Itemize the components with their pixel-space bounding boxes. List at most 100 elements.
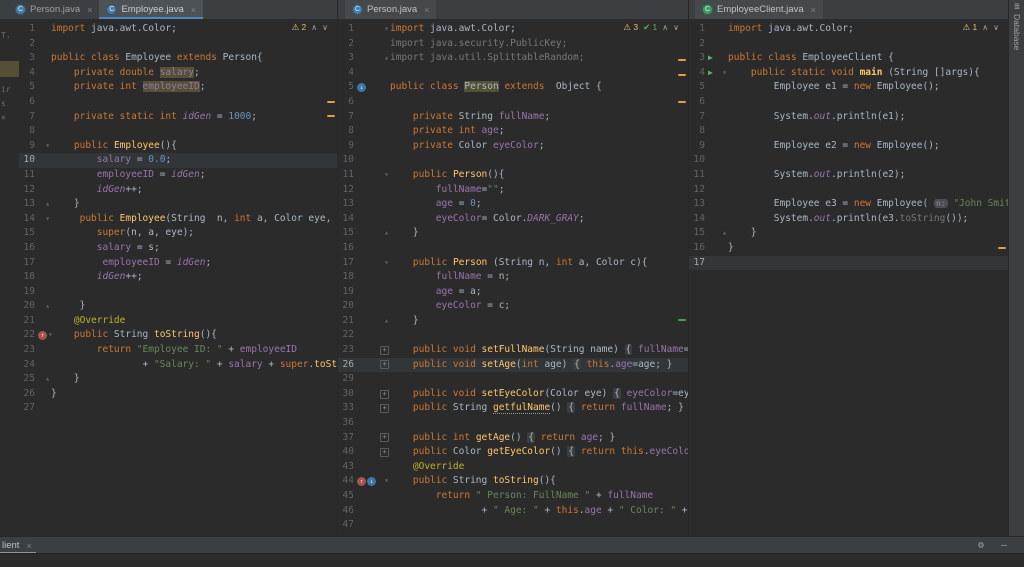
code-line[interactable]: 40 + public Color getEyeColor() { return …	[338, 445, 688, 460]
fold-marker[interactable]: +	[380, 345, 389, 355]
code-line[interactable]: 14 System.out.println(e3.toString());	[689, 212, 1008, 227]
warn-icon[interactable]: ⚠ 2	[292, 22, 307, 33]
up-icon[interactable]: ∧	[311, 23, 317, 32]
stripe-mark[interactable]	[327, 101, 335, 103]
code-line[interactable]: 4	[338, 66, 688, 81]
fold-marker[interactable]: ▾	[384, 474, 389, 489]
editor-pane-employee[interactable]: ⚠ 2 ∧ ∨ 1 import java.awt.Color; 2 3 public cla…	[19, 19, 337, 536]
code-line[interactable]: 43 @Override	[338, 460, 688, 475]
code-line[interactable]: 6	[338, 95, 688, 110]
code-line[interactable]: 12 fullName="";	[338, 183, 688, 198]
fold-marker[interactable]: +	[380, 389, 389, 399]
stripe-mark[interactable]	[678, 74, 686, 76]
tab-employeeclient-java[interactable]: C EmployeeClient.java ×	[695, 0, 823, 19]
stripe-mark[interactable]	[998, 247, 1006, 249]
close-icon[interactable]: ×	[191, 5, 196, 15]
close-icon[interactable]: ×	[811, 5, 816, 15]
code-line[interactable]: 9 ▾ public Employee(){	[19, 139, 337, 154]
code-line[interactable]: 8 private int age;	[338, 124, 688, 139]
code-line[interactable]: 12	[689, 183, 1008, 198]
code-line[interactable]: 17 ▾ public Person (String n, int a, Colo…	[338, 256, 688, 271]
code-line[interactable]: 37 + public int getAge() { return age; }	[338, 431, 688, 446]
code-line[interactable]: 8	[19, 124, 337, 139]
code-line[interactable]: 18 fullName = n;	[338, 270, 688, 285]
code-line[interactable]: 23 return "Employee ID: " + employeeID	[19, 343, 337, 358]
code-line[interactable]: 47	[338, 518, 688, 533]
code-line[interactable]: 11 ▾ public Person(){	[338, 168, 688, 183]
fold-marker[interactable]: ▴	[384, 51, 389, 66]
warn-icon[interactable]: ⚠ 3	[623, 22, 638, 33]
inspections-widget[interactable]: ⚠ 2 ∧ ∨	[292, 22, 328, 33]
ok-icon[interactable]: ✔ 1	[643, 22, 657, 33]
code-area[interactable]: 1 import java.awt.Color; 2 3 public class Em…	[19, 22, 337, 416]
down-icon[interactable]: ∨	[673, 23, 679, 32]
code-line[interactable]: 21 @Override	[19, 314, 337, 329]
code-line[interactable]: 15 ▴ }	[338, 226, 688, 241]
code-line[interactable]: 29	[338, 372, 688, 387]
code-line[interactable]: 5 Employee e1 = new Employee();	[689, 80, 1008, 95]
fold-marker[interactable]: ▴	[384, 314, 389, 329]
code-line[interactable]: 9 Employee e2 = new Employee();	[689, 139, 1008, 154]
code-line[interactable]: 3 public class Employee extends Person{	[19, 51, 337, 66]
code-line[interactable]: 7 System.out.println(e1);	[689, 110, 1008, 125]
overridden-icon[interactable]: ↓	[367, 477, 376, 487]
code-line[interactable]: 46 + " Age: " + this.age + " Color: " + …	[338, 504, 688, 519]
code-line[interactable]: 33 + public String getfulName() { return …	[338, 401, 688, 416]
code-line[interactable]: 11 employeeID = idGen;	[19, 168, 337, 183]
code-line[interactable]: 23 + public void setFullName(String name)…	[338, 343, 688, 358]
code-line[interactable]: 16	[338, 241, 688, 256]
fold-marker[interactable]: ▾	[45, 139, 50, 154]
stripe-mark[interactable]	[678, 59, 686, 61]
code-line[interactable]: 1 import java.awt.Color;	[19, 22, 337, 37]
code-line[interactable]: 11 System.out.println(e2);	[689, 168, 1008, 183]
code-line[interactable]: 24 + "Salary: " + salary + super.toStrin…	[19, 358, 337, 373]
code-line[interactable]: 13 Employee e3 = new Employee( n: "John …	[689, 197, 1008, 212]
code-area[interactable]: 1 import java.awt.Color; 2 3 ▶ public class E…	[689, 22, 1008, 271]
code-line[interactable]: 20 ▴ }	[19, 299, 337, 314]
code-line[interactable]: 18 idGen++;	[19, 270, 337, 285]
fold-marker[interactable]: ▾	[384, 22, 389, 37]
code-line[interactable]: 16 salary = s;	[19, 241, 337, 256]
editor-pane-person[interactable]: ⚠ 3 ✔ 1 ∧ ∨ 1 ▾ import java.awt.Color; 2 import …	[338, 19, 688, 536]
close-icon[interactable]: ×	[424, 5, 429, 15]
run-icon[interactable]: ▶	[708, 66, 713, 81]
pane-splitter[interactable]	[337, 0, 338, 536]
warn-icon[interactable]: ⚠ 1	[963, 22, 978, 33]
fold-marker[interactable]: ▾	[384, 168, 389, 183]
code-line[interactable]: 19 age = a;	[338, 285, 688, 300]
tab-person-java[interactable]: C Person.java ×	[345, 0, 437, 19]
code-line[interactable]: 4 private double salary;	[19, 66, 337, 81]
down-icon[interactable]: ∨	[322, 23, 328, 32]
close-icon[interactable]: ×	[26, 541, 31, 551]
down-icon[interactable]: ∨	[993, 23, 999, 32]
code-line[interactable]: 16}	[689, 241, 1008, 256]
inspections-widget[interactable]: ⚠ 1 ∧ ∨	[963, 22, 999, 33]
fold-marker[interactable]: ▴	[45, 197, 50, 212]
overrides-icon[interactable]: ↑	[38, 331, 47, 341]
stripe-mark[interactable]	[327, 115, 335, 117]
code-line[interactable]: 22 ↑ ▾ public String toString(){	[19, 328, 337, 343]
code-line[interactable]: 3 ▴ import java.util.SplittableRandom;	[338, 51, 688, 66]
code-line[interactable]: 44 ↑ ↓ ▾ public String toString(){	[338, 474, 688, 489]
overrides-icon[interactable]: ↑	[357, 477, 366, 487]
minimize-icon[interactable]: —	[1001, 537, 1007, 554]
code-line[interactable]: 22	[338, 328, 688, 343]
run-tab[interactable]: lient ×	[0, 537, 40, 554]
code-line[interactable]: 13 ▴ }	[19, 197, 337, 212]
stripe-mark[interactable]	[678, 101, 686, 103]
fold-marker[interactable]: ▾	[45, 212, 50, 227]
code-line[interactable]: 45 return " Person: FullName " + fullNam…	[338, 489, 688, 504]
fold-marker[interactable]: ▾	[722, 66, 727, 81]
stripe-mark[interactable]	[678, 319, 686, 321]
code-area[interactable]: 1 ▾ import java.awt.Color; 2 import java.sec…	[338, 22, 688, 533]
fold-marker[interactable]: ▴	[45, 299, 50, 314]
close-icon[interactable]: ×	[87, 5, 92, 15]
code-line[interactable]: 6	[689, 95, 1008, 110]
fold-marker[interactable]: +	[380, 448, 389, 458]
code-line[interactable]: 17 employeeID = idGen;	[19, 256, 337, 271]
code-line[interactable]: 2	[19, 37, 337, 52]
code-line[interactable]: 21 ▴ }	[338, 314, 688, 329]
code-line[interactable]: 7 private static int idGen = 1000;	[19, 110, 337, 125]
code-line[interactable]: 2 import java.security.PublicKey;	[338, 37, 688, 52]
code-line[interactable]: 20 eyeColor = c;	[338, 299, 688, 314]
